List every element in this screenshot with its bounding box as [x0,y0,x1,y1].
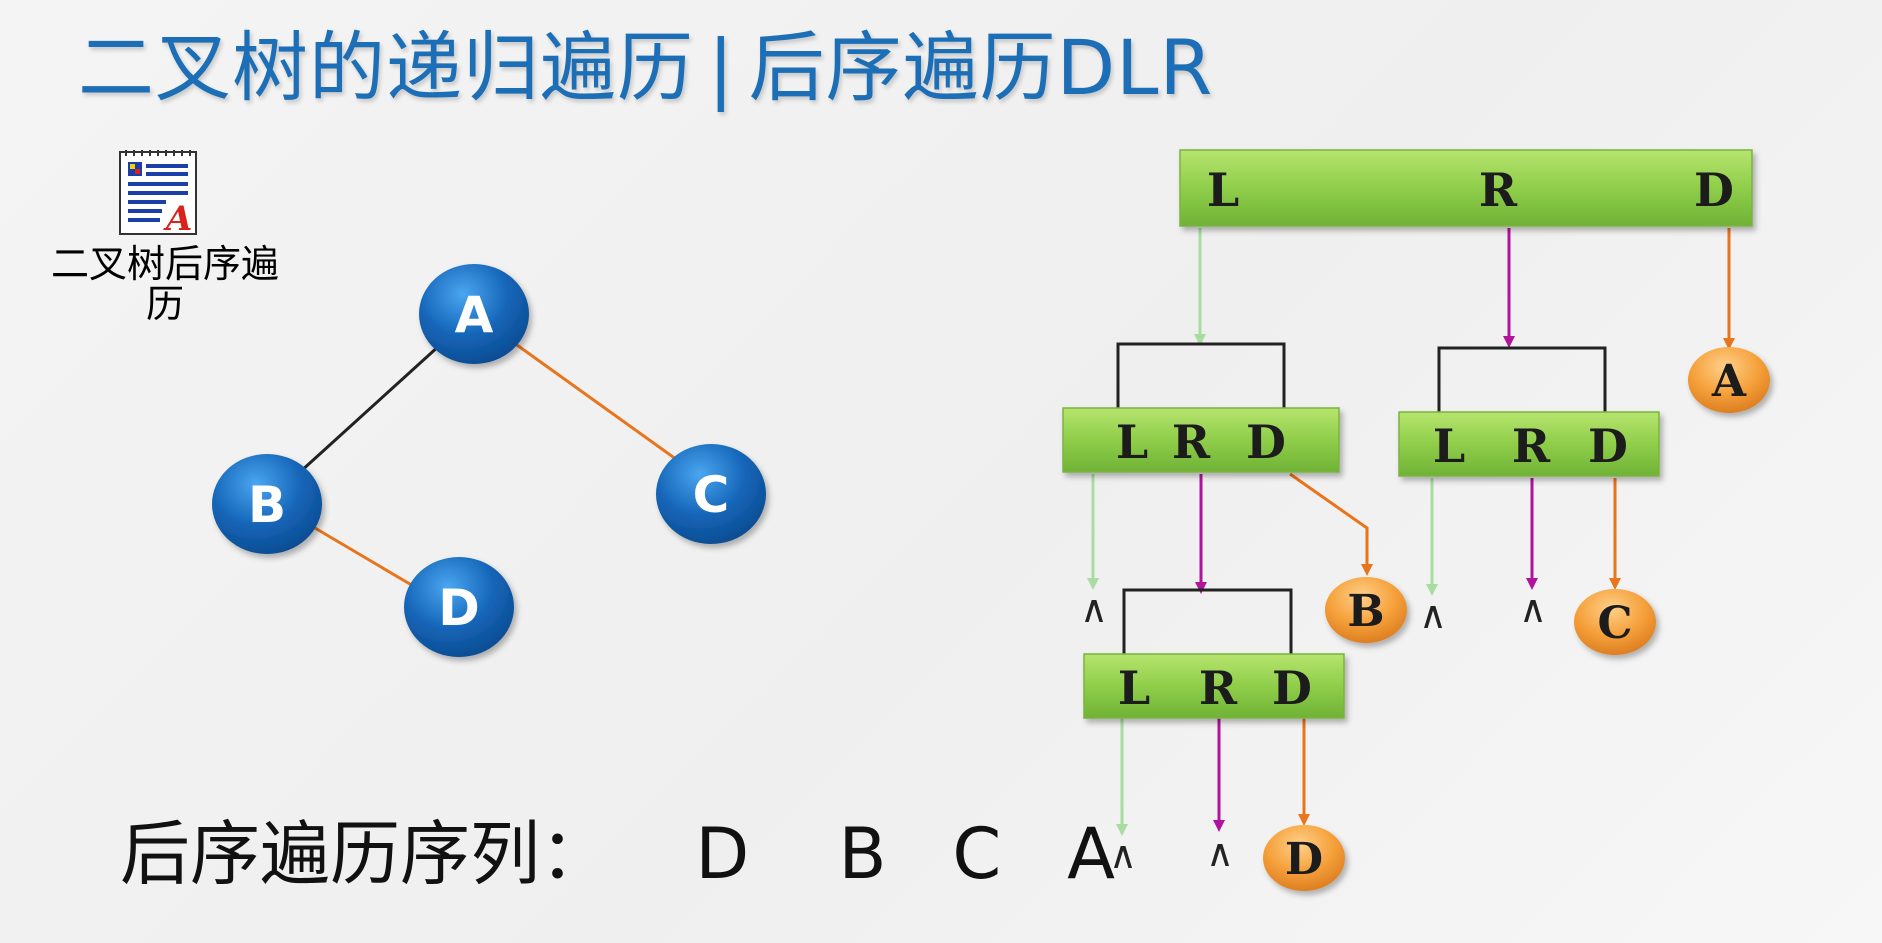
visited-node-a: A [1688,347,1770,413]
sequence-item-1: D [695,813,750,895]
traversal-sequence: 后序遍历序列： D B C A [120,798,1137,899]
b-box-r: R [1172,415,1211,469]
lrd-box-c: L R D [1398,411,1660,477]
sequence-item-3: C [952,813,1002,895]
visited-node-b: B [1325,577,1407,643]
visited-node-d-label: D [1285,834,1323,885]
tree-node-b-label: B [248,476,286,534]
tree-node-d: D [404,557,514,657]
tree-node-c-label: C [693,466,730,524]
root-box-l: L [1207,163,1239,217]
tree-edge-a-b [298,343,442,474]
lrd-box-b: L R D [1062,407,1340,473]
lrd-box-d: L R D [1083,653,1345,719]
c-box-r: R [1512,419,1551,473]
tree-node-d-label: D [438,579,480,637]
sequence-item-2: B [838,813,887,895]
null-mark-c-right: ∧ [1519,587,1547,631]
null-mark-c-left: ∧ [1419,593,1447,637]
visited-node-a-label: A [1711,356,1747,407]
visited-node-c: C [1574,589,1656,655]
bracket-c [1437,346,1607,412]
tree-edge-b-d [314,526,421,592]
visited-node-c-label: C [1597,598,1632,649]
visited-node-b-label: B [1347,586,1384,637]
d-box-d: D [1272,661,1312,715]
lrd-box-root: L R D [1179,149,1753,227]
bracket-d [1122,588,1293,654]
d-box-r: R [1199,661,1238,715]
arrow-b-d [1289,472,1369,566]
sequence-label: 后序遍历序列： [120,813,610,895]
tree-node-b: B [212,454,322,554]
tree-node-a: A [419,264,529,364]
root-box-d: D [1694,163,1734,217]
root-box-r: R [1479,163,1518,217]
tree-node-a-label: A [455,286,494,344]
tree-edge-a-c [509,338,681,464]
visited-node-d: D [1263,825,1345,891]
b-box-d: D [1246,415,1286,469]
sequence-item-4: A [1067,813,1115,895]
b-box-l: L [1116,415,1148,469]
null-mark-d-right: ∧ [1206,831,1234,875]
bracket-b [1116,342,1286,408]
c-box-d: D [1588,419,1628,473]
d-box-l: L [1118,661,1150,715]
tree-node-c: C [656,444,766,544]
null-mark-b-left: ∧ [1080,587,1108,631]
c-box-l: L [1433,419,1465,473]
